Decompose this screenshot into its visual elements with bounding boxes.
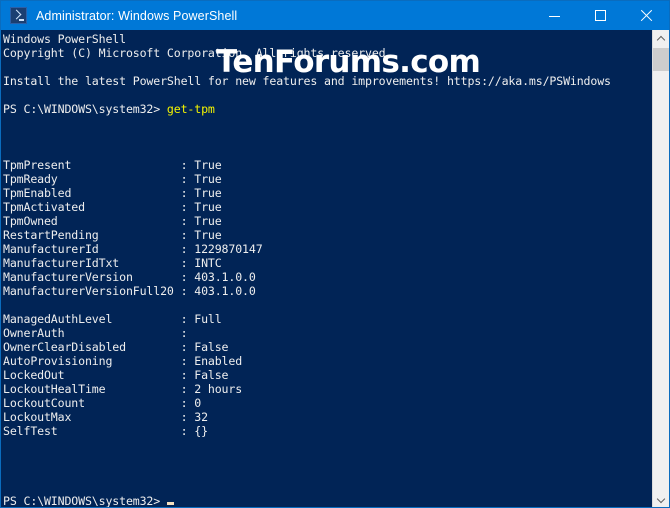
- scrollbar-up-arrow[interactable]: [653, 30, 669, 47]
- console-line: LockoutHealTime : 2 hours: [3, 382, 652, 396]
- scrollbar-thumb[interactable]: [653, 48, 669, 71]
- vertical-scrollbar[interactable]: [652, 30, 669, 507]
- console-line: TpmEnabled : True: [3, 186, 652, 200]
- console-text: TpmReady : True: [3, 172, 222, 186]
- console-text: ManufacturerId : 1229870147: [3, 242, 263, 256]
- console-line: TpmPresent : True: [3, 158, 652, 172]
- title-bar[interactable]: Administrator: Windows PowerShell: [1, 1, 669, 30]
- console-line: RestartPending : True: [3, 228, 652, 242]
- chevron-up-icon: [658, 35, 665, 42]
- console-line: LockedOut : False: [3, 368, 652, 382]
- console-lines: Windows PowerShell Copyright (C) Microsof…: [3, 32, 652, 507]
- console-line: PS C:\WINDOWS\system32>: [3, 494, 652, 507]
- console-prompt: PS C:\WINDOWS\system32>: [3, 494, 167, 507]
- powershell-window: Administrator: Windows PowerShell Window…: [0, 0, 670, 508]
- console-text: Copyright (C) Microsoft Corporation. All…: [3, 46, 393, 60]
- console-command: get-tpm: [166, 102, 215, 116]
- console-text: RestartPending : True: [3, 228, 222, 242]
- console-text: AutoProvisioning : Enabled: [3, 354, 243, 368]
- console-line: TpmOwned : True: [3, 214, 652, 228]
- console-text: TpmEnabled : True: [3, 186, 222, 200]
- console-text: OwnerClearDisabled : False: [3, 340, 229, 354]
- powershell-icon: [10, 7, 27, 24]
- console-line: ManufacturerVersionFull20 : 403.1.0.0: [3, 284, 652, 298]
- console-text: LockoutMax : 32: [3, 410, 208, 424]
- prompt-underscore-glyph: [19, 18, 24, 21]
- console-line: Copyright (C) Microsoft Corporation. All…: [3, 46, 652, 60]
- console-line: ManufacturerId : 1229870147: [3, 242, 652, 256]
- console-line: PS C:\WINDOWS\system32> get-tpm: [3, 102, 652, 116]
- console-text: ManufacturerVersionFull20 : 403.1.0.0: [3, 284, 256, 298]
- console-line: SelfTest : {}: [3, 424, 652, 438]
- console-text: OwnerAuth :: [3, 326, 188, 340]
- console-text: LockoutCount : 0: [3, 396, 202, 410]
- console-text: TpmOwned : True: [3, 214, 222, 228]
- console-text: TpmActivated : True: [3, 200, 222, 214]
- console-text: ManufacturerIdTxt : INTC: [3, 256, 222, 270]
- console-line: TpmActivated : True: [3, 200, 652, 214]
- window-title: Administrator: Windows PowerShell: [36, 8, 238, 23]
- console-text: ManagedAuthLevel : Full: [3, 312, 222, 326]
- console-line: ManufacturerVersion : 403.1.0.0: [3, 270, 652, 284]
- console-line: TpmReady : True: [3, 172, 652, 186]
- console-line: AutoProvisioning : Enabled: [3, 354, 652, 368]
- close-icon: [623, 1, 669, 30]
- text-cursor: [166, 502, 174, 505]
- console-line: LockoutMax : 32: [3, 410, 652, 424]
- console-output[interactable]: Windows PowerShell Copyright (C) Microsof…: [1, 30, 652, 507]
- console-line: ManufacturerIdTxt : INTC: [3, 256, 652, 270]
- console-text: LockoutHealTime : 2 hours: [3, 382, 243, 396]
- console-prompt: PS C:\WINDOWS\system32>: [3, 102, 167, 116]
- console-line: OwnerClearDisabled : False: [3, 340, 652, 354]
- console-text: Install the latest PowerShell for new fe…: [3, 74, 611, 88]
- console-line: Install the latest PowerShell for new fe…: [3, 74, 652, 88]
- console-text: SelfTest : {}: [3, 424, 208, 438]
- scrollbar-track[interactable]: [653, 47, 669, 490]
- close-button[interactable]: [623, 1, 669, 30]
- console-text: TpmPresent : True: [3, 158, 222, 172]
- console-text: Windows PowerShell: [3, 32, 126, 46]
- console-text: ManufacturerVersion : 403.1.0.0: [3, 270, 256, 284]
- console-area[interactable]: Windows PowerShell Copyright (C) Microsof…: [1, 30, 669, 507]
- console-text: LockedOut : False: [3, 368, 229, 382]
- minimize-icon: [531, 1, 577, 30]
- minimize-button[interactable]: [531, 1, 577, 30]
- maximize-icon: [577, 1, 623, 30]
- maximize-button[interactable]: [577, 1, 623, 30]
- scrollbar-down-arrow[interactable]: [653, 490, 669, 507]
- console-line: ManagedAuthLevel : Full: [3, 312, 652, 326]
- console-line: Windows PowerShell: [3, 32, 652, 46]
- console-line: OwnerAuth :: [3, 326, 652, 340]
- chevron-down-icon: [658, 495, 665, 502]
- console-line: LockoutCount : 0: [3, 396, 652, 410]
- prompt-chevron-glyph: [11, 9, 22, 19]
